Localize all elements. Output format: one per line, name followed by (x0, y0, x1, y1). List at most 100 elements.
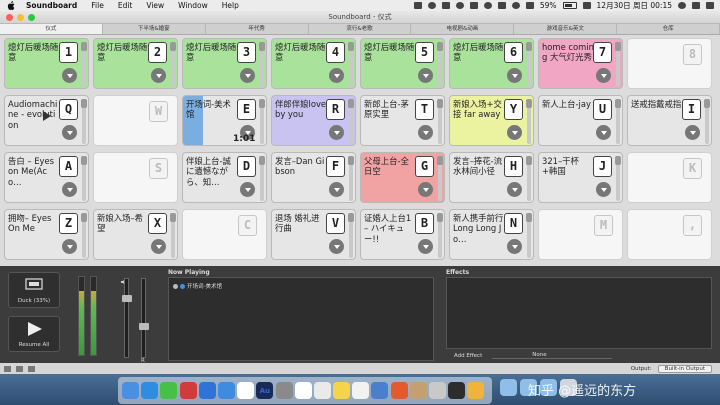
options-chevron-icon[interactable] (507, 125, 522, 140)
menu-window[interactable]: Window (171, 1, 215, 10)
button-volume-slider[interactable] (704, 99, 710, 144)
tab-game-music[interactable]: 游戏音乐&英文 (514, 24, 618, 34)
finder-icon[interactable] (122, 382, 139, 399)
options-chevron-icon[interactable] (507, 68, 522, 83)
sound-button-z[interactable]: 拥吻– Eyes On Me Z (4, 209, 89, 260)
menu-edit[interactable]: Edit (111, 1, 140, 10)
chrome-icon[interactable] (294, 382, 312, 399)
button-volume-slider[interactable] (615, 42, 621, 87)
notification-center-icon[interactable] (706, 2, 714, 9)
sound-button-k[interactable]: K (627, 152, 712, 203)
sound-button-3[interactable]: 熄灯后暖场随意 3 (182, 38, 267, 89)
button-volume-slider[interactable] (259, 99, 265, 144)
button-volume-slider[interactable] (526, 156, 532, 201)
lock-icon[interactable] (4, 365, 11, 372)
button-volume-slider[interactable] (526, 99, 532, 144)
sound-button-comma[interactable]: , (627, 209, 712, 260)
audition-icon[interactable]: Au (256, 382, 274, 399)
battery-percent[interactable]: 59% (540, 1, 557, 10)
sound-button-u[interactable]: 新人上台-jay U (538, 95, 623, 146)
options-chevron-icon[interactable] (62, 125, 77, 140)
button-volume-slider[interactable] (81, 42, 87, 87)
settings-icon[interactable] (275, 382, 293, 399)
button-volume-slider[interactable] (526, 42, 532, 87)
button-volume-slider[interactable] (348, 42, 354, 87)
options-chevron-icon[interactable] (685, 125, 700, 140)
sound-button-j[interactable]: 321–干杯+韩国 J (538, 152, 623, 203)
now-playing-item[interactable]: 开场词-美术馆 (173, 282, 222, 290)
notes-icon[interactable] (333, 382, 351, 399)
sound-button-c[interactable]: C (182, 209, 267, 260)
button-volume-slider[interactable] (437, 99, 443, 144)
options-chevron-icon[interactable] (329, 239, 344, 254)
zoom-window-button[interactable] (28, 14, 35, 21)
options-chevron-icon[interactable] (240, 182, 255, 197)
options-chevron-icon[interactable] (507, 239, 522, 254)
tab-warehouse[interactable]: 仓库 (617, 24, 720, 34)
button-volume-slider[interactable] (526, 213, 532, 258)
button-volume-slider[interactable] (170, 213, 176, 258)
sound-button-b[interactable]: 证婚人上台1 – ハイキュー!! B (360, 209, 445, 260)
button-volume-slider[interactable] (81, 213, 87, 258)
sound-button-e[interactable]: 开场词-美术馆 E 1:01 (182, 95, 267, 146)
button-volume-slider[interactable] (615, 99, 621, 144)
master-volume-fader[interactable] (122, 278, 132, 358)
options-chevron-icon[interactable] (62, 182, 77, 197)
sound-button-5[interactable]: 熄灯后暖场随意 5 (360, 38, 445, 89)
options-chevron-icon[interactable] (418, 239, 433, 254)
sound-button-h[interactable]: 发言–捧花-流水林间小径 H (449, 152, 534, 203)
sound-button-q[interactable]: Audiomachine - evolution Q (4, 95, 89, 146)
button-volume-slider[interactable] (615, 156, 621, 201)
options-chevron-icon[interactable] (62, 239, 77, 254)
options-chevron-icon[interactable] (329, 182, 344, 197)
status-icon-clock[interactable] (427, 2, 436, 9)
folder-icon[interactable] (500, 379, 517, 396)
options-chevron-icon[interactable] (240, 68, 255, 83)
sound-button-n[interactable]: 新人携手前行 Long Long Jo… N (449, 209, 534, 260)
sound-button-a[interactable]: 告白 – Eyes on Me(Aco… A (4, 152, 89, 203)
button-volume-slider[interactable] (437, 42, 443, 87)
input-method-icon[interactable] (582, 2, 591, 9)
options-chevron-icon[interactable] (596, 182, 611, 197)
options-chevron-icon[interactable] (596, 125, 611, 140)
tab-tv-anime[interactable]: 电视剧&动画 (411, 24, 515, 34)
clock-text[interactable]: 12月30日 周日 00:15 (597, 0, 672, 11)
status-icon-wechat[interactable] (441, 2, 450, 9)
sound-button-f[interactable]: 发言–Dan Gibson F (271, 152, 356, 203)
soundboard-icon[interactable] (371, 382, 389, 399)
media-player-icon[interactable] (390, 382, 408, 399)
options-chevron-icon[interactable] (329, 68, 344, 83)
resume-all-button[interactable]: Resume All (8, 316, 60, 352)
sound-button-d[interactable]: 伴娘上台-誠に遺憾ながら、知… D (182, 152, 267, 203)
options-chevron-icon[interactable] (329, 125, 344, 140)
pan-fader[interactable] (139, 278, 149, 358)
camera-icon[interactable] (409, 382, 427, 399)
effect-select[interactable]: None (492, 352, 613, 359)
sound-button-r[interactable]: 伴郎伴娘love by you R (271, 95, 356, 146)
multi-circle-icon[interactable] (237, 382, 255, 399)
battery-icon[interactable] (562, 2, 577, 9)
options-chevron-icon[interactable] (596, 68, 611, 83)
tab-pop[interactable]: 流行&老歌 (309, 24, 412, 34)
stop-icon[interactable] (173, 283, 178, 289)
netease-music-icon[interactable] (179, 382, 197, 399)
button-volume-slider[interactable] (81, 156, 87, 201)
button-volume-slider[interactable] (170, 42, 176, 87)
feather-icon[interactable] (217, 382, 235, 399)
button-volume-slider[interactable] (259, 42, 265, 87)
duck-button[interactable]: Duck (33%) (8, 272, 60, 308)
calendar-icon[interactable] (352, 382, 370, 399)
safari-icon[interactable] (141, 382, 159, 399)
sound-button-4[interactable]: 熄灯后暖场随意 4 (271, 38, 356, 89)
button-volume-slider[interactable] (437, 156, 443, 201)
button-volume-slider[interactable] (348, 99, 354, 144)
options-chevron-icon[interactable] (62, 68, 77, 83)
apple-icon[interactable] (6, 1, 16, 10)
wifi-icon[interactable] (511, 2, 520, 9)
sound-button-2[interactable]: 熄灯后暖场随意 2 (93, 38, 178, 89)
siri-icon[interactable] (692, 2, 700, 9)
sound-button-8[interactable]: 8 (627, 38, 712, 89)
status-icon-bluetooth[interactable] (497, 2, 506, 9)
options-chevron-icon[interactable] (418, 182, 433, 197)
button-volume-slider[interactable] (348, 213, 354, 258)
